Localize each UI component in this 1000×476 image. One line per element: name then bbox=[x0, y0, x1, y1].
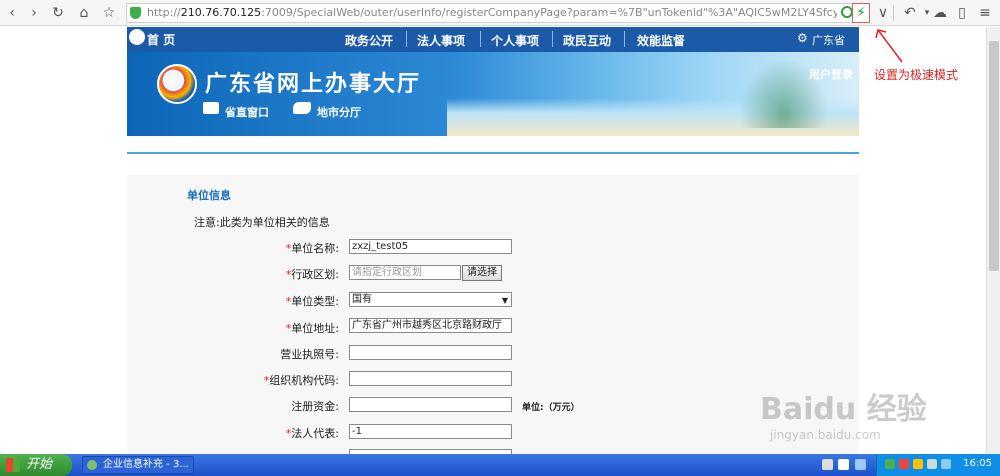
tablet-icon[interactable]: ▯ bbox=[952, 3, 972, 23]
province-selector[interactable]: 广东省 bbox=[812, 32, 845, 48]
nav-separator bbox=[480, 31, 481, 47]
site-banner: 广东省网上办事大厅 省直窗口 地市分厅 用户登录 bbox=[127, 52, 859, 136]
company-type-select[interactable]: 国有 ▼ bbox=[349, 292, 512, 307]
annotation-arrow bbox=[875, 29, 903, 63]
org-code-input[interactable] bbox=[349, 371, 512, 386]
tray-icon-2[interactable] bbox=[899, 459, 909, 469]
url-prefix: http:// bbox=[147, 6, 181, 19]
tray-icon-1[interactable] bbox=[885, 459, 895, 469]
taskbar-clock: 16:05 bbox=[963, 458, 992, 469]
refresh-icon[interactable]: ↻ bbox=[48, 3, 68, 23]
url-host: 210.76.70.125 bbox=[180, 6, 262, 19]
user-login-link[interactable]: 用户登录 bbox=[809, 66, 853, 82]
start-label: 开始 bbox=[26, 457, 53, 472]
address-bar[interactable]: http://210.76.70.125:7009/SpecialWeb/out… bbox=[126, 3, 870, 23]
company-type-label: *单位类型: bbox=[127, 293, 339, 309]
nav-separator bbox=[406, 31, 407, 47]
windows-flag-icon bbox=[6, 458, 20, 472]
taskbar-window-item[interactable]: 企业信息补充 - 3... bbox=[82, 456, 194, 474]
legal-rep-label: *法人代表: bbox=[127, 425, 339, 441]
chevron-down-icon[interactable]: ∨ bbox=[873, 3, 893, 23]
form-title: 单位信息 bbox=[187, 189, 231, 202]
banner-title: 广东省网上办事大厅 bbox=[205, 72, 422, 97]
watermark-url: jingyan.baidu.com bbox=[770, 428, 881, 442]
label-text: 行政区划: bbox=[291, 268, 339, 281]
company-type-value: 国有 bbox=[352, 294, 372, 305]
org-code-label: *组织机构代码: bbox=[127, 372, 339, 388]
form-note: 注意:此类为单位相关的信息 bbox=[194, 216, 330, 229]
admin-region-input[interactable]: 请指定行政区划 bbox=[349, 265, 461, 280]
volume-icon[interactable] bbox=[941, 459, 951, 469]
tray-icon-4[interactable] bbox=[927, 459, 937, 469]
system-tray: 16:05 bbox=[876, 454, 1000, 476]
label-text: 注册资金: bbox=[291, 400, 339, 413]
baidu-watermark: Baidu 经验 jingyan.baidu.com bbox=[760, 384, 980, 454]
label-text: 组织机构代码: bbox=[269, 374, 339, 387]
annotation-text: 设置为极速模式 bbox=[874, 68, 959, 82]
quicklaunch-icon[interactable] bbox=[822, 459, 833, 470]
site-logo bbox=[157, 64, 197, 104]
header-divider bbox=[127, 152, 859, 154]
url-text[interactable]: http://210.76.70.125:7009/SpecialWeb/out… bbox=[147, 4, 837, 22]
nav-separator bbox=[624, 31, 625, 47]
nav-item-personal[interactable]: 个人事项 bbox=[491, 32, 539, 49]
key-icon bbox=[293, 102, 311, 114]
company-name-input[interactable]: zxzj_test05 bbox=[349, 239, 512, 254]
task-title: 企业信息补充 - 3... bbox=[103, 459, 189, 470]
nav-item-gov-affairs[interactable]: 政务公开 bbox=[345, 32, 393, 49]
label-text: 单位地址: bbox=[291, 322, 339, 335]
toolbar-divider bbox=[893, 5, 894, 21]
label-text: 营业执照号: bbox=[280, 348, 339, 361]
nav-item-legal-person[interactable]: 法人事项 bbox=[417, 32, 465, 49]
network-icon[interactable] bbox=[855, 459, 866, 470]
label-text: 单位类型: bbox=[291, 295, 339, 308]
watermark-logo: Baidu 经验 bbox=[760, 392, 927, 427]
capital-unit-text: 单位:（万元） bbox=[522, 403, 580, 413]
label-text: 单位名称: bbox=[291, 242, 339, 255]
dropdown-arrow-icon: ▼ bbox=[501, 296, 508, 305]
home-icon[interactable]: ⌂ bbox=[74, 3, 94, 23]
site-nav-bar: 首 页 政务公开 法人事项 个人事项 政民互动 效能监督 ⚙ 广东省 bbox=[127, 27, 859, 52]
vertical-scrollbar[interactable] bbox=[986, 27, 1000, 454]
help-icon[interactable] bbox=[838, 459, 849, 470]
scrollbar-thumb[interactable] bbox=[989, 41, 999, 271]
nav-item-interaction[interactable]: 政民互动 bbox=[563, 32, 611, 49]
city-hall-link[interactable]: 地市分厅 bbox=[317, 104, 361, 120]
company-address-input[interactable]: 广东省广州市越秀区北京路财政厅 bbox=[349, 318, 512, 333]
business-license-input[interactable] bbox=[349, 345, 512, 360]
cloud-icon[interactable]: ☁ bbox=[930, 3, 950, 23]
registered-capital-input[interactable] bbox=[349, 397, 512, 412]
tray-icon-3[interactable] bbox=[913, 459, 923, 469]
select-region-button[interactable]: 请选择 bbox=[462, 265, 502, 281]
back-icon[interactable]: ‹ bbox=[2, 3, 22, 23]
start-button[interactable]: 开始 bbox=[0, 454, 72, 476]
security-shield-icon bbox=[130, 7, 141, 19]
home-globe-icon bbox=[129, 29, 145, 45]
nav-item-supervision[interactable]: 效能监督 bbox=[637, 32, 685, 49]
label-text: 法人代表: bbox=[291, 427, 339, 440]
company-info-form: 单位信息 注意:此类为单位相关的信息 *单位名称: zxzj_test05 *行… bbox=[127, 175, 859, 475]
legal-rep-input[interactable]: -1 bbox=[349, 424, 512, 439]
gear-icon: ⚙ bbox=[797, 31, 808, 45]
forward-icon[interactable]: › bbox=[24, 3, 44, 23]
provincial-window-link[interactable]: 省直窗口 bbox=[225, 104, 269, 120]
nav-home-link[interactable]: 首 页 bbox=[147, 31, 175, 48]
menu-icon[interactable]: ≡ bbox=[975, 3, 995, 23]
registered-capital-label: 注册资金: bbox=[127, 398, 339, 414]
company-address-label: *单位地址: bbox=[127, 320, 339, 336]
business-license-label: 营业执照号: bbox=[127, 346, 339, 362]
speed-mode-lightning-icon[interactable]: ⚡ bbox=[852, 3, 870, 23]
url-path: :7009/SpecialWeb/outer/userInfo/register… bbox=[261, 6, 837, 19]
admin-region-label: *行政区划: bbox=[127, 266, 339, 282]
monitor-icon bbox=[203, 102, 219, 114]
browser-toolbar: ‹ › ↻ ⌂ ☆ http://210.76.70.125:7009/Spec… bbox=[0, 0, 1000, 26]
favorite-star-icon[interactable]: ☆ bbox=[99, 3, 119, 23]
browser-icon bbox=[87, 460, 97, 470]
windows-taskbar: 开始 企业信息补充 - 3... 16:05 bbox=[0, 454, 1000, 476]
company-name-label: *单位名称: bbox=[127, 240, 339, 256]
nav-separator bbox=[552, 31, 553, 47]
